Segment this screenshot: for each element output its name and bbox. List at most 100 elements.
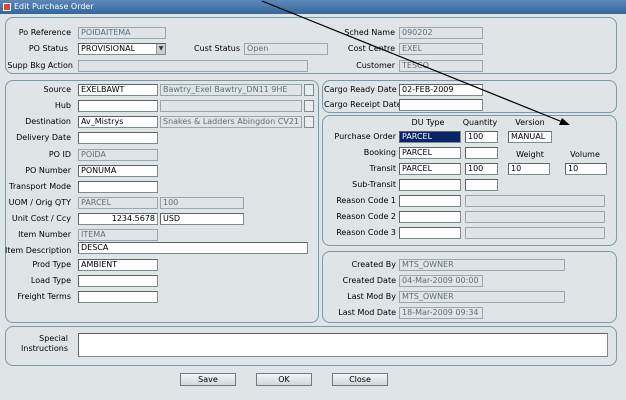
po-number-field[interactable]: PONUMA [78,165,158,177]
freight-terms-field[interactable] [78,291,158,303]
supp-bkg-action-label: Supp Bkg Action [7,61,73,70]
close-button[interactable]: Close [332,373,388,386]
po-reference-label: Po Reference [18,28,71,37]
hub-lov-button[interactable] [304,100,314,112]
transport-mode-label: Transport Mode [9,182,71,191]
cargo-ready-date-field[interactable]: 02-FEB-2009 [399,84,483,96]
special-instructions-label-line2: Instructions [21,344,68,353]
reason-code-3-description [465,227,605,239]
sched-name-label: Sched Name [344,28,395,37]
item-number-field[interactable]: ITEMA [78,229,158,241]
customer-field[interactable]: TESCO [399,60,483,72]
load-type-field[interactable] [78,275,158,287]
du-type-header: DU Type [411,118,445,127]
sub-transit-label: Sub-Transit [352,180,396,189]
transit-label: Transit [369,164,397,173]
last-mod-date-field[interactable]: 18-Mar-2009 09:34 [399,307,483,319]
source-code-field[interactable]: EXELBAWT [78,84,158,96]
chevron-down-icon[interactable]: ▼ [156,44,165,54]
destination-label: Destination [25,117,71,126]
freight-terms-label: Freight Terms [17,292,71,301]
cargo-receipt-date-field[interactable] [399,99,483,111]
reason-code-2-description [465,211,605,223]
unit-cost-field[interactable]: 1234.5678 [78,213,158,225]
currency-field[interactable]: USD [160,213,244,225]
created-by-label: Created By [351,260,396,269]
last-mod-by-label: Last Mod By [347,292,396,301]
transit-weight-field[interactable]: 10 [508,163,550,175]
po-status-value: PROVISIONAL [81,44,136,53]
last-mod-by-field[interactable]: MTS_OWNER [399,291,565,303]
destination-lov-button[interactable] [304,116,314,128]
load-type-label: Load Type [30,276,71,285]
booking-label: Booking [363,148,396,157]
destination-description: Snakes & Ladders Abingdon CV21 [160,116,302,128]
window-title: Edit Purchase Order [14,2,94,11]
cust-status-label: Cust Status [194,44,240,53]
delivery-date-field[interactable] [78,132,158,144]
last-mod-date-label: Last Mod Date [338,308,396,317]
po-status-select[interactable]: PROVISIONAL ▼ [78,43,166,55]
prod-type-field[interactable]: AMBIENT [78,259,158,271]
hub-code-field[interactable] [78,100,158,112]
quantity-header: Quantity [462,118,498,127]
special-instructions-field[interactable] [78,333,608,357]
item-number-label: Item Number [18,230,71,239]
save-button[interactable]: Save [180,373,236,386]
sched-name-field[interactable]: 090202 [399,27,483,39]
reason-code-3-label: Reason Code 3 [336,228,396,237]
item-description-label: Item Description [5,246,72,255]
reason-code-1-field[interactable] [399,195,461,207]
sub-transit-du-field[interactable] [399,179,461,191]
po-id-label: PO ID [48,150,71,159]
sub-transit-qty-field[interactable] [465,179,498,191]
prod-type-label: Prod Type [32,260,71,269]
transit-volume-field[interactable]: 10 [565,163,607,175]
volume-header: Volume [570,150,600,159]
reason-code-3-field[interactable] [399,227,461,239]
hub-label: Hub [54,101,71,110]
po-number-label: PO Number [25,166,71,175]
source-label: Source [43,85,71,94]
window-titlebar: Edit Purchase Order [0,0,626,14]
cargo-ready-date-label: Cargo Ready Date [324,85,397,94]
purchase-order-du-field[interactable]: PARCEL [399,131,461,143]
reason-code-2-label: Reason Code 2 [336,212,396,221]
version-header: Version [515,118,545,127]
cost-centre-field[interactable]: EXEL [399,43,483,55]
booking-du-field[interactable]: PARCEL [399,147,461,159]
source-lov-button[interactable] [304,84,314,96]
transport-mode-field[interactable] [78,181,158,193]
uom-label: UOM / Orig QTY [8,198,71,207]
destination-code-field[interactable]: Av_Mistrys [78,116,158,128]
purchase-order-du-value: PARCEL [400,132,435,141]
source-description: Bawtry_Exel Bawtry_DN11 9HE [160,84,302,96]
weight-header: Weight [516,150,544,159]
customer-label: Customer [356,61,395,70]
transit-du-field[interactable]: PARCEL [399,163,461,175]
cust-status-field[interactable]: Open [244,43,328,55]
created-by-field[interactable]: MTS_OWNER [399,259,565,271]
unit-cost-label: Unit Cost / Ccy [11,214,71,223]
reason-code-1-description [465,195,605,207]
purchase-order-label: Purchase Order [334,132,396,141]
booking-qty-field[interactable] [465,147,498,159]
created-date-field[interactable]: 04-Mar-2009 00:00 [399,275,483,287]
item-description-field[interactable]: DESCA [78,242,308,254]
created-date-label: Created Date [342,276,396,285]
reason-code-2-field[interactable] [399,211,461,223]
uom-field[interactable]: PARCEL [78,197,158,209]
cargo-receipt-date-label: Cargo Receipt Date [324,100,402,109]
version-field[interactable]: MANUAL [508,131,552,143]
purchase-order-qty-field[interactable]: 100 [465,131,498,143]
po-status-label: PO Status [28,44,68,53]
ok-button[interactable]: OK [256,373,312,386]
po-id-field[interactable]: POIDA [78,149,158,161]
hub-description [160,100,302,112]
reason-code-1-label: Reason Code 1 [336,196,396,205]
orig-qty-field[interactable]: 100 [160,197,244,209]
supp-bkg-action-field[interactable] [78,60,308,72]
po-reference-field[interactable]: POIDAITEMA [78,27,166,39]
delivery-date-label: Delivery Date [16,133,71,142]
transit-qty-field[interactable]: 100 [465,163,498,175]
